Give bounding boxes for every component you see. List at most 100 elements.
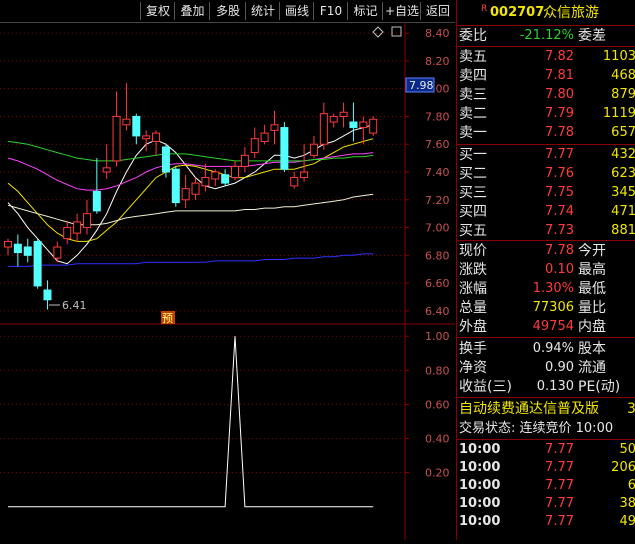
tick-time: 10:00: [459, 460, 501, 475]
stat-label-2: 最高: [578, 262, 606, 278]
buy-volume: 345: [611, 185, 635, 200]
candle: [309, 135, 318, 159]
candle: [73, 213, 82, 242]
buy-price: 7.76: [545, 166, 574, 181]
sell-price: 7.79: [545, 106, 574, 121]
stat2-row: 收益(三) 0.130 PE(动): [457, 378, 635, 396]
indicator-tick-label: 1.00: [425, 330, 450, 343]
add-favorite-button[interactable]: +自选: [382, 2, 421, 20]
sell-row: 卖一 7.78 657: [457, 124, 635, 142]
stat-value: 1.30%: [532, 281, 574, 296]
sell-label: 卖三: [459, 87, 487, 103]
fuquan-button[interactable]: 复权: [140, 2, 175, 20]
statistics-button[interactable]: 统计: [245, 2, 280, 20]
stat2-label: 收益(三): [459, 379, 512, 395]
sell-label: 卖五: [459, 49, 487, 65]
ma-line-ma60: [7, 193, 374, 226]
indicator-grid: [0, 335, 404, 474]
sell-price: 7.81: [545, 68, 574, 83]
price-tick-label: 6.60: [425, 277, 450, 290]
price-axis: 8.408.208.007.807.607.407.207.006.806.60…: [405, 27, 450, 318]
chart-area[interactable]: 8.40 8.20 8.00 7.80 7.60 7.40 7.20 7.00 6.80 6.60…: [0, 22, 455, 540]
candle-body: [270, 124, 279, 131]
candle-body: [369, 118, 378, 134]
buy-price: 7.75: [545, 185, 574, 200]
buy-price: 7.74: [545, 204, 574, 219]
overlay-button[interactable]: 叠加: [174, 2, 210, 20]
candle-body: [339, 111, 348, 117]
stock-header: R 002707 众信旅游: [457, 3, 635, 23]
candle-body: [53, 246, 62, 259]
candle: [13, 234, 22, 267]
buy-volume: 471: [611, 204, 635, 219]
draw-line-button[interactable]: 画线: [279, 2, 314, 20]
stat-label-2: 量比: [578, 300, 606, 316]
candle: [221, 169, 230, 186]
candle: [240, 147, 249, 172]
stat2-label-2: 流通: [578, 360, 606, 376]
stock-name: 众信旅游: [543, 5, 599, 21]
candle: [319, 102, 328, 150]
price-tick-label: 7.20: [425, 194, 450, 207]
candle: [339, 102, 348, 128]
ad-row[interactable]: 自动续费通达信普及版 3: [457, 400, 635, 418]
stat-row: 现价 7.78 今开: [457, 242, 635, 260]
divider: [457, 397, 635, 398]
stat2-label-2: PE(动): [578, 379, 621, 395]
back-button[interactable]: 返回: [420, 2, 455, 20]
window-icon[interactable]: [391, 26, 402, 37]
stat2-label-2: 股本: [578, 341, 606, 357]
tick-price: 7.77: [545, 514, 574, 529]
candle-body: [290, 177, 299, 187]
stat-label-2: 最低: [578, 281, 606, 297]
divider: [457, 337, 635, 338]
buy-label: 买三: [459, 185, 487, 201]
chart-toolbar: 复权 叠加 多股 统计 画线 F10 标记 +自选 返回: [0, 0, 455, 23]
f10-button[interactable]: F10: [313, 2, 348, 20]
moving-average-lines: [7, 124, 374, 267]
candle-body: [33, 240, 42, 287]
sell-row: 卖二 7.79 1119: [457, 105, 635, 123]
tick-volume: 49: [619, 514, 635, 529]
candle-body: [112, 115, 121, 162]
candle-body: [43, 289, 52, 301]
diamond-icon[interactable]: [372, 26, 384, 38]
price-tick-label: 7.40: [425, 166, 450, 179]
buy-label: 买一: [459, 147, 487, 163]
stat2-label: 净资: [459, 360, 487, 376]
tick-time: 10:00: [459, 514, 501, 529]
price-tick-label: 7.80: [425, 110, 450, 123]
candle: [181, 174, 190, 209]
sell-price: 7.82: [545, 49, 574, 64]
candle-body: [92, 190, 101, 212]
candle: [329, 113, 338, 128]
buy-row: 买三 7.75 345: [457, 184, 635, 202]
candle: [122, 83, 131, 131]
indicator-series-line: [8, 336, 374, 508]
candle: [231, 160, 240, 181]
weicha-label: 委差: [578, 28, 606, 44]
sell-volume: 468: [611, 68, 635, 83]
candle-body: [280, 127, 289, 170]
weibi-row: 委比 -21.12% 委差: [457, 27, 635, 45]
stat-row: 涨跌 0.10 最高: [457, 261, 635, 279]
divider: [457, 144, 635, 145]
candle: [171, 166, 180, 207]
mark-button[interactable]: 标记: [347, 2, 383, 20]
candlesticks: [4, 83, 378, 310]
candle: [201, 163, 210, 192]
stat-value: 77306: [532, 300, 574, 315]
stat-label: 总量: [459, 300, 487, 316]
price-tick-label: 6.80: [425, 249, 450, 262]
stat2-row: 换手 0.94% 股本: [457, 340, 635, 358]
divider: [457, 46, 635, 47]
candle: [161, 144, 170, 178]
chart-svg[interactable]: 8.408.208.007.807.607.407.207.006.806.60…: [0, 22, 455, 540]
multi-stock-button[interactable]: 多股: [209, 2, 246, 20]
candle: [132, 113, 141, 145]
candle: [112, 91, 121, 167]
price-tick-label: 7.60: [425, 138, 450, 151]
ad-text[interactable]: 自动续费通达信普及版: [459, 400, 599, 418]
candle: [369, 116, 378, 136]
candle: [53, 241, 62, 263]
